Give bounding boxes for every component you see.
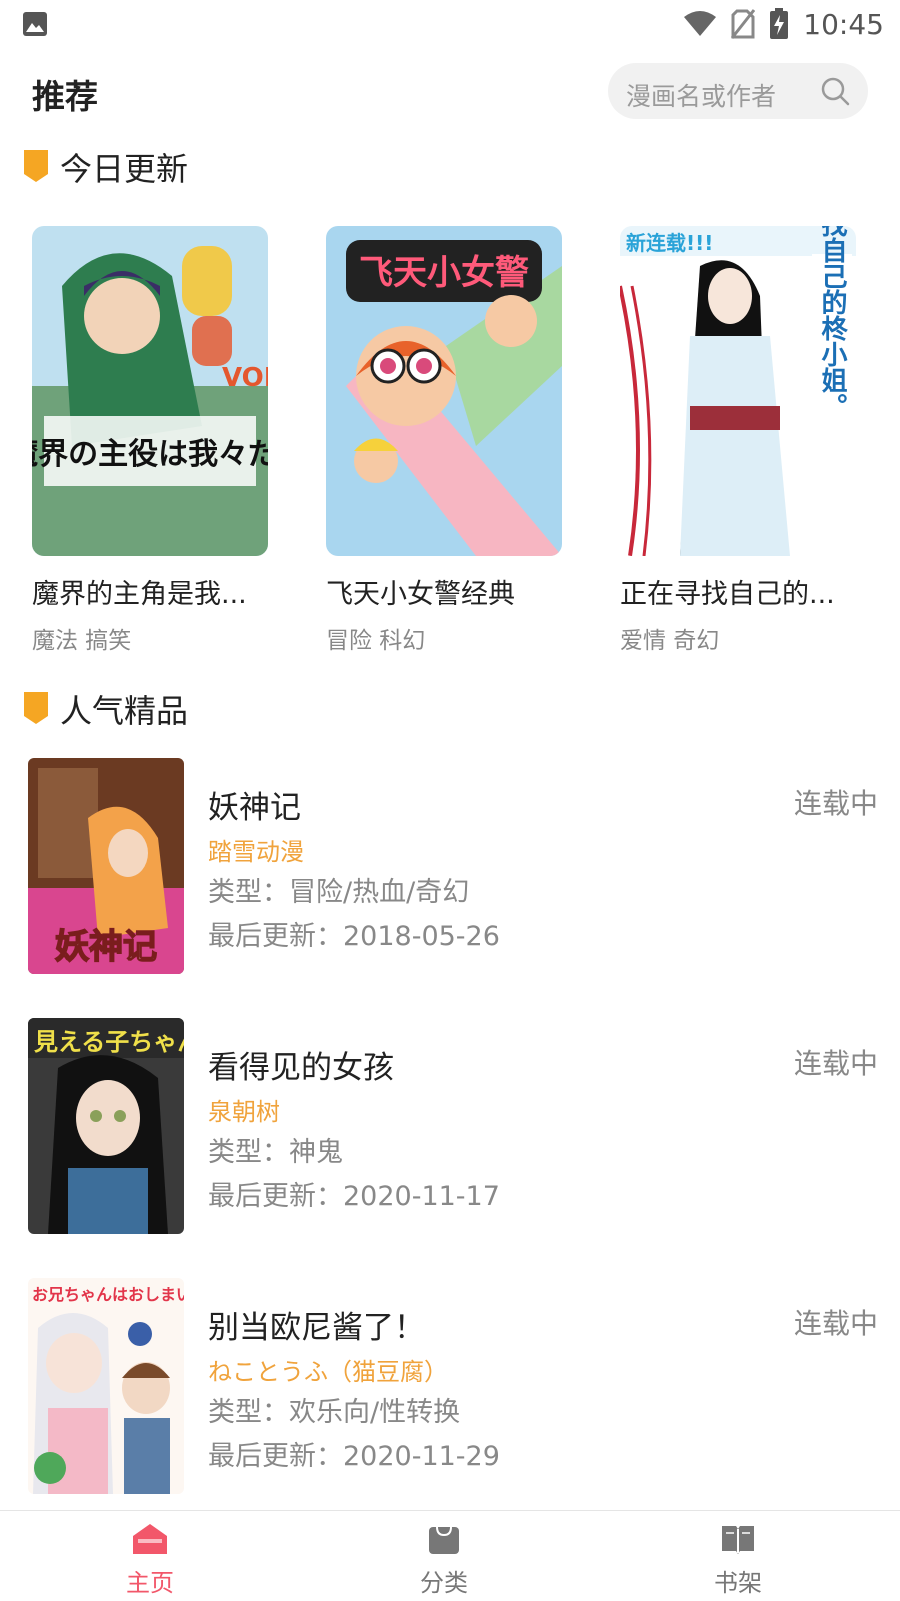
comic-title: 妖神记 [208, 790, 301, 826]
tab-label: 书架 [714, 1569, 762, 1597]
comic-last-updated: 最后更新：2018-05-26 [208, 921, 500, 952]
cover-text: 妖神记 [55, 927, 157, 967]
comic-tags: 爱情 奇幻 [620, 628, 720, 654]
page-title: 推荐 [32, 77, 98, 116]
wifi-icon [684, 11, 717, 36]
status-bar: 10:45 [0, 0, 900, 48]
cover-badge: 新连载!!! [626, 231, 713, 255]
comic-author[interactable]: ねことうふ（猫豆腐） [208, 1352, 448, 1387]
cover-text: 飞天小女警 [359, 253, 529, 293]
comic-cover[interactable]: 飞天小女警 [326, 226, 562, 556]
status-badge: 连载中 [793, 1307, 878, 1340]
comic-cover[interactable]: 魔界の主役は我々だ! VOL.3 [32, 226, 268, 556]
cover-text: 見える子ちゃん [34, 1028, 184, 1056]
tab-label: 主页 [126, 1569, 174, 1597]
tab-label: 分类 [420, 1569, 468, 1597]
cover-volume: VOL.3 [222, 363, 268, 393]
list-item[interactable]: 見える子ちゃん 看得见的女孩 连载中 泉朝树 类型：神鬼 最后更新：2020-1… [0, 1018, 900, 1238]
comic-tags: 魔法 搞笑 [32, 628, 132, 654]
bookmark-marker-icon [24, 150, 48, 182]
tab-home[interactable]: 主页 [0, 1511, 300, 1601]
comic-tags: 冒险 科幻 [326, 628, 426, 654]
section-popular: 人气精品 [0, 684, 900, 734]
section-today: 今日更新 [0, 142, 900, 192]
status-time: 10:45 [803, 7, 884, 41]
battery-charging-icon [770, 8, 789, 39]
cover-text: お兄ちゃんはおしまい! [32, 1285, 184, 1304]
comic-title: 别当欧尼酱了！ [208, 1310, 425, 1346]
comic-title: 正在寻找自己的... [620, 579, 835, 610]
bookmark-marker-icon [24, 692, 48, 724]
header: 推荐 漫画名或作者 [0, 58, 900, 124]
comic-title: 飞天小女警经典 [326, 579, 515, 610]
search-input[interactable]: 漫画名或作者 [608, 63, 868, 119]
book-icon [722, 1526, 754, 1554]
comic-card[interactable]: 新连载!!! 正在寻找自己的柊小姐。 正在寻找自己的... 爱情 奇幻 [620, 226, 856, 655]
section-title: 人气精品 [60, 692, 189, 730]
tab-bookshelf[interactable]: 书架 [588, 1511, 888, 1601]
today-updates-grid: 魔界の主役は我々だ! VOL.3 魔界的主角是我... 魔法 搞笑 飞天小女警 [0, 226, 900, 654]
comic-card[interactable]: 飞天小女警 飞天小女警经典 冒险 科幻 [326, 226, 562, 655]
search-icon[interactable] [820, 76, 850, 106]
comic-card[interactable]: 魔界の主役は我々だ! VOL.3 魔界的主角是我... 魔法 搞笑 [32, 226, 268, 655]
list-item[interactable]: お兄ちゃんはおしまい! 别当欧尼酱了！ 连载中 ねことうふ（猫豆腐） 类型：欢乐… [0, 1278, 900, 1498]
status-icons: 10:45 [683, 6, 884, 42]
search-placeholder: 漫画名或作者 [626, 82, 777, 111]
list-item[interactable]: 妖神记 妖神记 连载中 踏雪动漫 类型：冒险/热血/奇幻 最后更新：2018-0… [0, 758, 900, 978]
comic-type: 类型：神鬼 [208, 1137, 343, 1168]
comic-title: 看得见的女孩 [208, 1050, 394, 1086]
cover-text: 正在寻找自己的柊小姐。 [817, 226, 847, 419]
comic-type: 类型：冒险/热血/奇幻 [208, 877, 470, 908]
category-bag-icon [429, 1526, 459, 1554]
comic-author[interactable]: 踏雪动漫 [208, 832, 304, 867]
section-title: 今日更新 [60, 150, 189, 188]
comic-author[interactable]: 泉朝树 [208, 1092, 280, 1127]
image-notification-icon [23, 12, 47, 36]
comic-last-updated: 最后更新：2020-11-29 [208, 1441, 500, 1472]
comic-cover[interactable]: お兄ちゃんはおしまい! [28, 1278, 184, 1494]
comic-cover[interactable]: 新连载!!! 正在寻找自己的柊小姐。 [620, 226, 856, 556]
home-icon [133, 1524, 167, 1554]
status-badge: 连载中 [793, 1047, 878, 1080]
comic-last-updated: 最后更新：2020-11-17 [208, 1181, 500, 1212]
comic-cover[interactable]: 妖神记 [28, 758, 184, 974]
no-sim-icon [731, 9, 756, 39]
bottom-tab-bar: 主页 分类 书架 [0, 1510, 900, 1600]
comic-cover[interactable]: 見える子ちゃん [28, 1018, 184, 1234]
tab-category[interactable]: 分类 [294, 1511, 594, 1601]
comic-type: 类型：欢乐向/性转换 [208, 1397, 461, 1428]
cover-text: 魔界の主役は我々だ! [32, 437, 268, 472]
comic-title: 魔界的主角是我... [32, 579, 247, 610]
status-badge: 连载中 [793, 787, 878, 820]
